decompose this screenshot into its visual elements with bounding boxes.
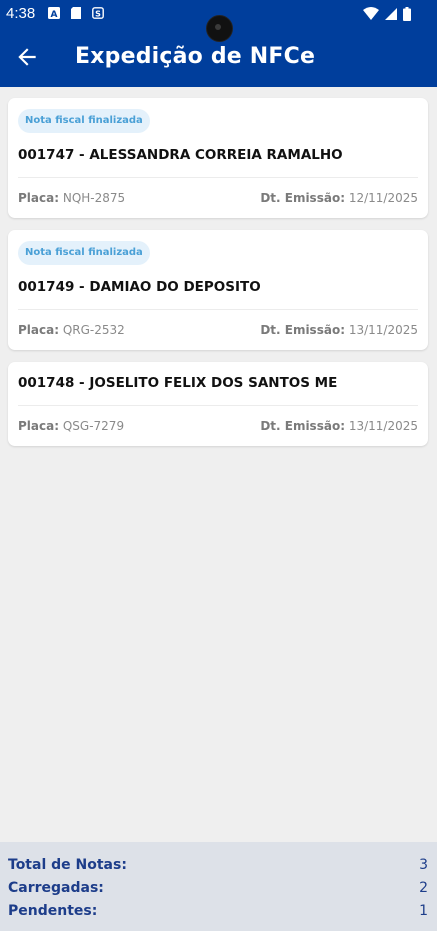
invoice-title: 001748 - JOSELITO FELIX DOS SANTOS ME bbox=[18, 375, 338, 391]
sd-card-icon bbox=[71, 7, 81, 19]
plate-info: Placa: NQH-2875 bbox=[18, 191, 125, 205]
signal-icon bbox=[385, 8, 397, 20]
issue-date-label: Dt. Emissão: bbox=[260, 323, 345, 337]
screen: 4:38 A S Expedição de NFCe Nota fiscal f… bbox=[0, 0, 437, 931]
invoice-card[interactable]: Nota fiscal finalizada 001749 - DAMIAO D… bbox=[8, 230, 428, 350]
status-bar: 4:38 A S bbox=[0, 0, 437, 42]
total-label: Total de Notas: bbox=[8, 857, 127, 873]
svg-text:A: A bbox=[51, 10, 58, 19]
issue-date-info: Dt. Emissão: 12/11/2025 bbox=[260, 191, 418, 205]
issue-date-label: Dt. Emissão: bbox=[260, 419, 345, 433]
invoice-card[interactable]: Nota fiscal finalizada 001747 - ALESSAND… bbox=[8, 98, 428, 218]
pending-value: 1 bbox=[419, 903, 428, 919]
notification-icons: A S bbox=[48, 7, 104, 19]
svg-text:S: S bbox=[95, 10, 101, 19]
issue-date-info: Dt. Emissão: 13/11/2025 bbox=[260, 419, 418, 433]
issue-date-label: Dt. Emissão: bbox=[260, 191, 345, 205]
pending-label: Pendentes: bbox=[8, 903, 98, 919]
invoice-title: 001747 - ALESSANDRA CORREIA RAMALHO bbox=[18, 147, 343, 163]
plate-info: Placa: QRG-2532 bbox=[18, 323, 125, 337]
divider bbox=[18, 177, 418, 178]
app-a-icon: A bbox=[48, 7, 60, 19]
loaded-label: Carregadas: bbox=[8, 880, 104, 896]
divider bbox=[18, 405, 418, 406]
plate-label: Placa: bbox=[18, 191, 60, 205]
issue-date-value: 13/11/2025 bbox=[348, 419, 418, 433]
plate-info: Placa: QSG-7279 bbox=[18, 419, 124, 433]
total-value: 3 bbox=[419, 857, 428, 873]
issue-date-value: 13/11/2025 bbox=[348, 323, 418, 337]
status-time: 4:38 bbox=[6, 5, 36, 22]
plate-value: NQH-2875 bbox=[62, 191, 126, 205]
invoice-card[interactable]: 001748 - JOSELITO FELIX DOS SANTOS ME Pl… bbox=[8, 362, 428, 446]
camera-cutout bbox=[206, 15, 233, 42]
back-arrow-icon[interactable] bbox=[14, 44, 40, 70]
plate-value: QRG-2532 bbox=[62, 323, 125, 337]
loaded-value: 2 bbox=[419, 880, 428, 896]
plate-value: QSG-7279 bbox=[62, 419, 125, 433]
plate-label: Placa: bbox=[18, 419, 60, 433]
status-badge: Nota fiscal finalizada bbox=[18, 109, 150, 133]
issue-date-info: Dt. Emissão: 13/11/2025 bbox=[260, 323, 418, 337]
summary-footer: Total de Notas: 3 Carregadas: 2 Pendente… bbox=[0, 842, 437, 931]
page-title: Expedição de NFCe bbox=[75, 44, 316, 69]
system-icons bbox=[363, 7, 411, 21]
divider bbox=[18, 309, 418, 310]
status-badge: Nota fiscal finalizada bbox=[18, 241, 150, 265]
wifi-icon bbox=[363, 7, 379, 20]
app-s-icon: S bbox=[92, 7, 104, 19]
issue-date-value: 12/11/2025 bbox=[348, 191, 418, 205]
invoice-list: Nota fiscal finalizada 001747 - ALESSAND… bbox=[8, 98, 428, 458]
battery-icon bbox=[403, 7, 411, 21]
plate-label: Placa: bbox=[18, 323, 60, 337]
invoice-title: 001749 - DAMIAO DO DEPOSITO bbox=[18, 279, 261, 295]
